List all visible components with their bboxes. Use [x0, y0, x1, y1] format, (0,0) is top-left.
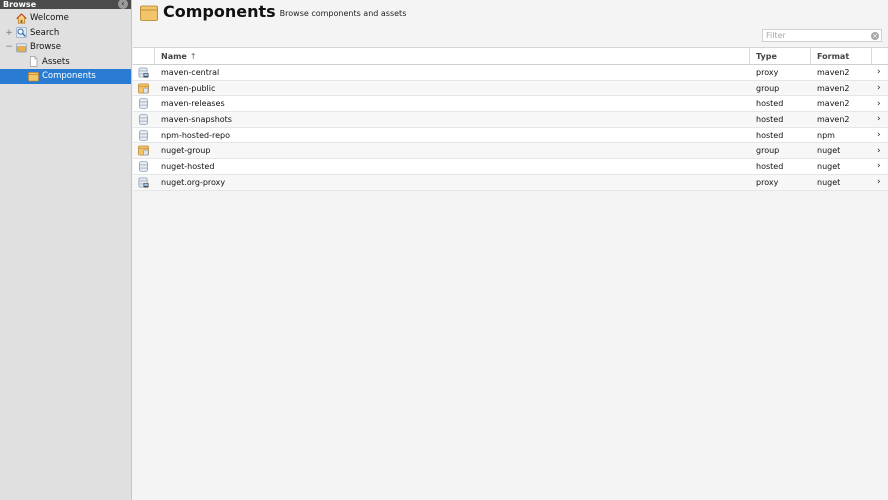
sidebar-item-label: Search [30, 27, 60, 38]
table-row[interactable]: nuget.org-proxy proxy nuget › [133, 174, 888, 191]
sidebar-item-welcome[interactable]: Welcome [0, 11, 131, 26]
repository-name: maven-central [161, 67, 220, 77]
magnifier-icon [16, 27, 27, 39]
repository-format: npm [817, 130, 835, 140]
repository-name: nuget.org-proxy [161, 177, 226, 187]
chevron-right-icon[interactable]: › [872, 65, 888, 80]
grid-body: maven-central proxy maven2 › maven-publi… [133, 65, 888, 191]
clear-filter-icon[interactable]: × [871, 31, 879, 40]
repository-grid: Name ↑ Type Format maven-central proxy m… [133, 47, 888, 191]
arrow-column-header [872, 48, 888, 64]
page-header: Components Browse components and assets [140, 1, 406, 21]
components-folder-icon [140, 5, 158, 21]
proxy-repo-icon [138, 177, 149, 188]
page-title: Components [163, 2, 276, 21]
collapse-sidebar-button[interactable]: ‹ [118, 0, 128, 9]
sidebar-title: Browse [3, 0, 37, 9]
repository-name: npm-hosted-repo [161, 130, 230, 140]
table-row[interactable]: npm-hosted-repo hosted npm › [133, 127, 888, 144]
main-panel: Components Browse components and assets … [133, 0, 888, 500]
chevron-right-icon[interactable]: › [872, 159, 888, 174]
sidebar-item-label: Assets [42, 56, 70, 67]
hosted-repo-icon [139, 114, 148, 125]
column-label: Format [817, 51, 850, 61]
chevron-right-icon[interactable]: › [872, 128, 888, 143]
name-column-header[interactable]: Name ↑ [155, 48, 750, 64]
sidebar-item-label: Browse [30, 42, 61, 53]
icon-column-header [133, 48, 155, 64]
sidebar-item-label: Components [42, 71, 96, 82]
collapse-icon[interactable]: − [5, 42, 13, 52]
table-row[interactable]: maven-releases hosted maven2 › [133, 96, 888, 113]
expand-icon[interactable]: + [5, 28, 13, 38]
sidebar-header: Browse ‹ [0, 0, 131, 9]
table-row[interactable]: nuget-hosted hosted nuget › [133, 159, 888, 175]
repository-format: maven2 [817, 67, 850, 77]
navigation-tree: Welcome + Search − Browse Assets Compone… [0, 11, 131, 84]
sort-ascending-icon: ↑ [189, 51, 197, 61]
repository-name: nuget-hosted [161, 161, 215, 171]
repository-type: hosted [756, 161, 784, 171]
group-repo-icon [138, 83, 149, 93]
sidebar-item-assets[interactable]: Assets [0, 55, 131, 70]
sidebar-item-components[interactable]: Components [0, 69, 131, 84]
sidebar-item-search[interactable]: + Search [0, 26, 131, 41]
repository-name: nuget-group [161, 146, 211, 156]
type-column-header[interactable]: Type [750, 48, 811, 64]
repository-format: nuget [817, 177, 841, 187]
repository-type: group [756, 83, 780, 93]
filter-box: × [762, 29, 882, 42]
repository-type: hosted [756, 99, 784, 109]
filter-input[interactable] [763, 30, 872, 41]
column-label: Name [161, 51, 187, 61]
group-repo-icon [138, 145, 149, 156]
repository-name: maven-public [161, 83, 216, 93]
table-row[interactable]: maven-public group maven2 › [133, 80, 888, 97]
sidebar: Browse ‹ Welcome + Search − Browse Asset… [0, 0, 132, 500]
repository-format: nuget [817, 146, 841, 156]
hosted-repo-icon [139, 161, 148, 172]
table-row[interactable]: maven-central proxy maven2 › [133, 65, 888, 81]
repository-name: maven-releases [161, 99, 225, 109]
sidebar-item-label: Welcome [30, 13, 69, 24]
repository-type: proxy [756, 67, 779, 77]
table-row[interactable]: maven-snapshots hosted maven2 › [133, 112, 888, 128]
chevron-right-icon[interactable]: › [872, 81, 888, 96]
repository-type: hosted [756, 114, 784, 124]
hosted-repo-icon [139, 130, 148, 141]
proxy-repo-icon [138, 67, 149, 78]
house-icon [16, 13, 27, 24]
repository-type: hosted [756, 130, 784, 140]
chevron-right-icon[interactable]: › [872, 96, 888, 111]
sidebar-item-browse[interactable]: − Browse [0, 40, 131, 55]
repository-format: maven2 [817, 99, 850, 109]
column-label: Type [756, 51, 777, 61]
hosted-repo-icon [139, 98, 148, 109]
repository-format: maven2 [817, 114, 850, 124]
repository-type: group [756, 146, 780, 156]
document-icon [29, 56, 38, 67]
repository-format: maven2 [817, 83, 850, 93]
table-row[interactable]: nuget-group group nuget › [133, 143, 888, 160]
chevron-right-icon[interactable]: › [872, 112, 888, 127]
repository-type: proxy [756, 177, 779, 187]
chevron-right-icon[interactable]: › [872, 175, 888, 190]
chevron-right-icon[interactable]: › [872, 143, 888, 158]
repository-name: maven-snapshots [161, 114, 232, 124]
repository-format: nuget [817, 161, 841, 171]
grid-header: Name ↑ Type Format [133, 47, 888, 65]
browse-folder-icon [16, 43, 27, 53]
format-column-header[interactable]: Format [811, 48, 872, 64]
folder-icon [28, 71, 39, 82]
page-subtitle: Browse components and assets [279, 9, 407, 18]
